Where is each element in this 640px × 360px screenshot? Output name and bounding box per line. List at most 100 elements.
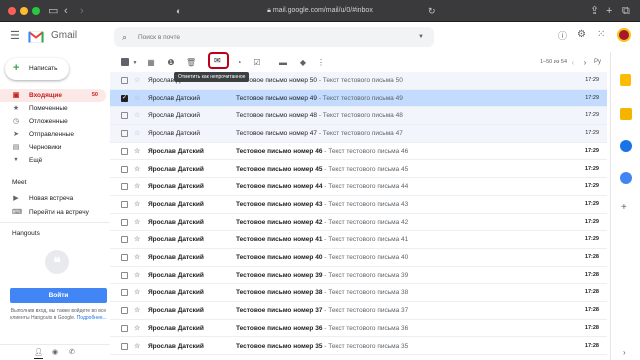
contacts-icon[interactable]	[620, 172, 632, 184]
row-checkbox[interactable]	[121, 236, 128, 244]
archive-icon[interactable]: ▦	[146, 58, 156, 68]
hide-side-panel-icon[interactable]: ›	[623, 348, 626, 358]
keep-icon[interactable]	[620, 108, 632, 120]
star-icon[interactable]: ☆	[134, 231, 140, 248]
more-options-icon[interactable]: ⋮	[316, 58, 326, 68]
new-tab-icon[interactable]: +	[606, 4, 612, 18]
table-row[interactable]: ☆ Ярослав Датский Тестовое письмо номер …	[110, 231, 607, 249]
table-row[interactable]: ☆ Ярослав Датский Тестовое письмо номер …	[110, 195, 607, 214]
hangouts-more-link[interactable]: Подробнее...	[77, 315, 107, 321]
row-checkbox[interactable]	[121, 307, 128, 315]
privacy-shield-icon[interactable]: ◐	[176, 4, 181, 18]
table-row[interactable]: ☆ Ярослав Датский Тестовое письмо номер …	[110, 142, 607, 161]
reload-icon[interactable]: ↻	[428, 4, 436, 18]
star-icon[interactable]: ☆	[134, 214, 140, 231]
row-checkbox[interactable]	[121, 218, 128, 226]
star-icon[interactable]: ☆	[134, 320, 140, 337]
table-row[interactable]: ☆ Ярослав Датский Тестовое письмо номер …	[110, 302, 607, 320]
mark-unread-button[interactable]: ✉	[208, 52, 229, 69]
move-to-folder-icon[interactable]: ▬	[278, 58, 288, 68]
table-row[interactable]: ☆ Ярослав Датский Тестовое письмо номер …	[110, 284, 607, 303]
contacts-person-icon[interactable]: 👤︎	[34, 348, 43, 359]
row-checkbox[interactable]	[121, 324, 128, 332]
nav-item-snoozed[interactable]: ◷ Отложенные	[0, 115, 106, 128]
table-row[interactable]: ☆ Ярослав Датский Тестовое письмо номер …	[110, 266, 607, 285]
nav-item-sent[interactable]: ➤ Отправленные	[0, 128, 106, 141]
row-checkbox[interactable]	[121, 183, 128, 191]
star-icon[interactable]: ☆	[134, 125, 140, 142]
hangouts-chat-icon[interactable]: ◉	[52, 348, 58, 358]
row-checkbox[interactable]	[121, 147, 128, 155]
table-row[interactable]: ☆ Ярослав Датский Тестовое письмо номер …	[110, 107, 607, 126]
tab-overview-icon[interactable]: ⧉	[622, 4, 630, 18]
back-icon[interactable]: ‹	[64, 4, 68, 18]
table-row[interactable]: ☆ Ярослав Датский Тестовое письмо номер …	[110, 178, 607, 196]
label-tag-icon[interactable]: ◆	[298, 58, 308, 68]
table-row[interactable]: ☆ Ярослав Датский Тестовое письмо номер …	[110, 213, 607, 232]
star-icon[interactable]: ☆	[134, 72, 140, 89]
star-icon[interactable]: ☆	[134, 143, 140, 160]
row-checkbox[interactable]	[121, 342, 128, 350]
gmail-logo[interactable]	[28, 30, 44, 43]
search-options-icon[interactable]: ▼	[418, 31, 424, 43]
star-icon[interactable]: ☆	[134, 338, 140, 355]
table-row[interactable]: ☆ Ярослав Датский Тестовое письмо номер …	[110, 125, 607, 143]
older-page-icon[interactable]: ›	[580, 58, 590, 68]
select-all-checkbox[interactable]	[121, 58, 129, 66]
star-icon[interactable]: ☆	[134, 267, 140, 284]
search-bar[interactable]: ⌕ ▼	[114, 27, 434, 47]
snooze-clock-icon[interactable]: ◔	[234, 58, 244, 68]
table-row[interactable]: ☆ Ярослав Датский Тестовое письмо номер …	[110, 249, 607, 267]
search-input[interactable]	[138, 30, 398, 44]
calendar-icon[interactable]	[620, 74, 631, 86]
nav-item-drafts[interactable]: ▤ Черновики	[0, 141, 106, 154]
star-icon[interactable]: ☆	[134, 178, 140, 195]
add-task-icon[interactable]: ☑	[252, 58, 262, 68]
input-language-selector[interactable]: Ру	[594, 58, 601, 67]
nav-item-inbox[interactable]: ▣ Входящие 50	[0, 89, 106, 102]
row-checkbox[interactable]	[121, 200, 128, 208]
nav-item-more[interactable]: ▼ Ещё	[0, 154, 106, 167]
star-icon[interactable]: ☆	[134, 90, 140, 107]
report-spam-icon[interactable]: ❶	[166, 58, 176, 68]
row-checkbox[interactable]	[121, 130, 128, 138]
account-avatar[interactable]	[617, 28, 631, 42]
apps-grid-icon[interactable]: ⁙	[597, 29, 605, 41]
row-checkbox[interactable]	[121, 112, 128, 120]
table-row[interactable]: ☆ Ярослав Датский Тестовое письмо номер …	[110, 160, 607, 179]
sidebar-toggle-icon[interactable]: ▭	[48, 4, 58, 18]
share-icon[interactable]: ⇪	[590, 4, 599, 18]
tasks-icon[interactable]	[620, 140, 632, 152]
meet-join-meeting[interactable]: ⌨ Перейти на встречу	[0, 206, 106, 219]
row-checkbox[interactable]	[121, 165, 128, 173]
phone-icon[interactable]: ✆	[69, 348, 75, 358]
get-addons-plus-icon[interactable]: +	[621, 202, 627, 214]
star-icon[interactable]: ☆	[134, 107, 140, 124]
main-menu-icon[interactable]: ☰	[10, 30, 20, 42]
table-row[interactable]: ☆ Ярослав Датский Тестовое письмо номер …	[110, 337, 607, 356]
newer-page-icon[interactable]: ‹	[568, 58, 578, 68]
delete-trash-icon[interactable]: 🗑︎	[186, 58, 196, 68]
hangouts-signin-button[interactable]: Войти	[10, 288, 107, 303]
row-checkbox[interactable]	[121, 77, 128, 84]
star-icon[interactable]: ☆	[134, 249, 140, 266]
window-close-button[interactable]	[8, 7, 16, 15]
nav-item-starred[interactable]: ★ Помеченные	[0, 102, 106, 115]
forward-icon[interactable]: ›	[80, 4, 84, 18]
row-checkbox[interactable]	[121, 289, 128, 297]
help-icon[interactable]: ⓘ	[558, 30, 567, 42]
row-checkbox[interactable]	[121, 90, 128, 107]
window-minimize-button[interactable]	[20, 7, 28, 15]
row-checkbox[interactable]	[121, 254, 128, 261]
select-dropdown-icon[interactable]: ▼	[130, 58, 140, 68]
star-icon[interactable]: ☆	[134, 302, 140, 319]
settings-gear-icon[interactable]: ⚙	[577, 29, 586, 41]
table-row[interactable]: ☆ Ярослав Датский Тестовое письмо номер …	[110, 89, 607, 108]
star-icon[interactable]: ☆	[134, 196, 140, 213]
row-checkbox[interactable]	[121, 271, 128, 279]
meet-new-meeting[interactable]: ▶ Новая встреча	[0, 192, 106, 205]
address-bar[interactable]: 🔒︎ mail.google.com/mail/u/0/#inbox	[225, 4, 415, 18]
table-row[interactable]: ☆ Ярослав Датский Тестовое письмо номер …	[110, 319, 607, 338]
window-zoom-button[interactable]	[32, 7, 40, 15]
search-icon[interactable]: ⌕	[122, 31, 127, 43]
